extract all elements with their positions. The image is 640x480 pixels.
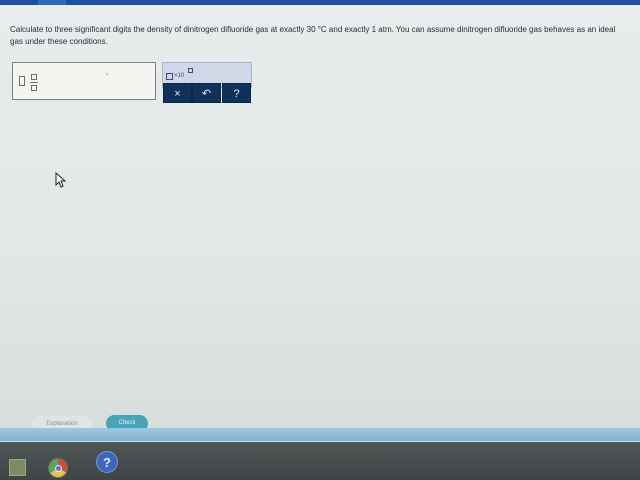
footer-links bbox=[455, 429, 635, 439]
mouse-cursor-icon bbox=[55, 172, 67, 188]
file-explorer-icon[interactable] bbox=[9, 459, 26, 476]
question-text: Calculate to three significant digits th… bbox=[10, 25, 616, 46]
chrome-center-icon bbox=[55, 465, 62, 472]
help-icon[interactable]: ? bbox=[96, 451, 118, 473]
undo-icon: ↶ bbox=[201, 88, 212, 100]
answer-dot bbox=[106, 73, 108, 75]
exponent-slot-icon bbox=[188, 68, 193, 73]
fraction-numerator-slot bbox=[31, 74, 37, 80]
base-slot-icon bbox=[166, 73, 173, 80]
fraction-denominator-slot bbox=[31, 85, 37, 91]
main-content: Calculate to three significant digits th… bbox=[0, 5, 640, 442]
help-button[interactable]: ? bbox=[222, 83, 251, 103]
undo-button[interactable]: ↶ bbox=[192, 83, 221, 103]
answer-slot[interactable] bbox=[19, 76, 25, 86]
scientific-notation-label: ×10 bbox=[174, 73, 185, 79]
answer-input[interactable] bbox=[12, 62, 156, 100]
footer-strip bbox=[0, 428, 640, 441]
help-icon: ? bbox=[233, 88, 240, 100]
units-fraction bbox=[30, 72, 38, 92]
chrome-icon[interactable] bbox=[48, 458, 68, 478]
fraction-bar bbox=[30, 82, 38, 83]
scientific-notation-button[interactable]: ×10 bbox=[166, 68, 196, 84]
close-icon: × bbox=[174, 88, 181, 100]
clear-button[interactable]: × bbox=[163, 83, 192, 103]
